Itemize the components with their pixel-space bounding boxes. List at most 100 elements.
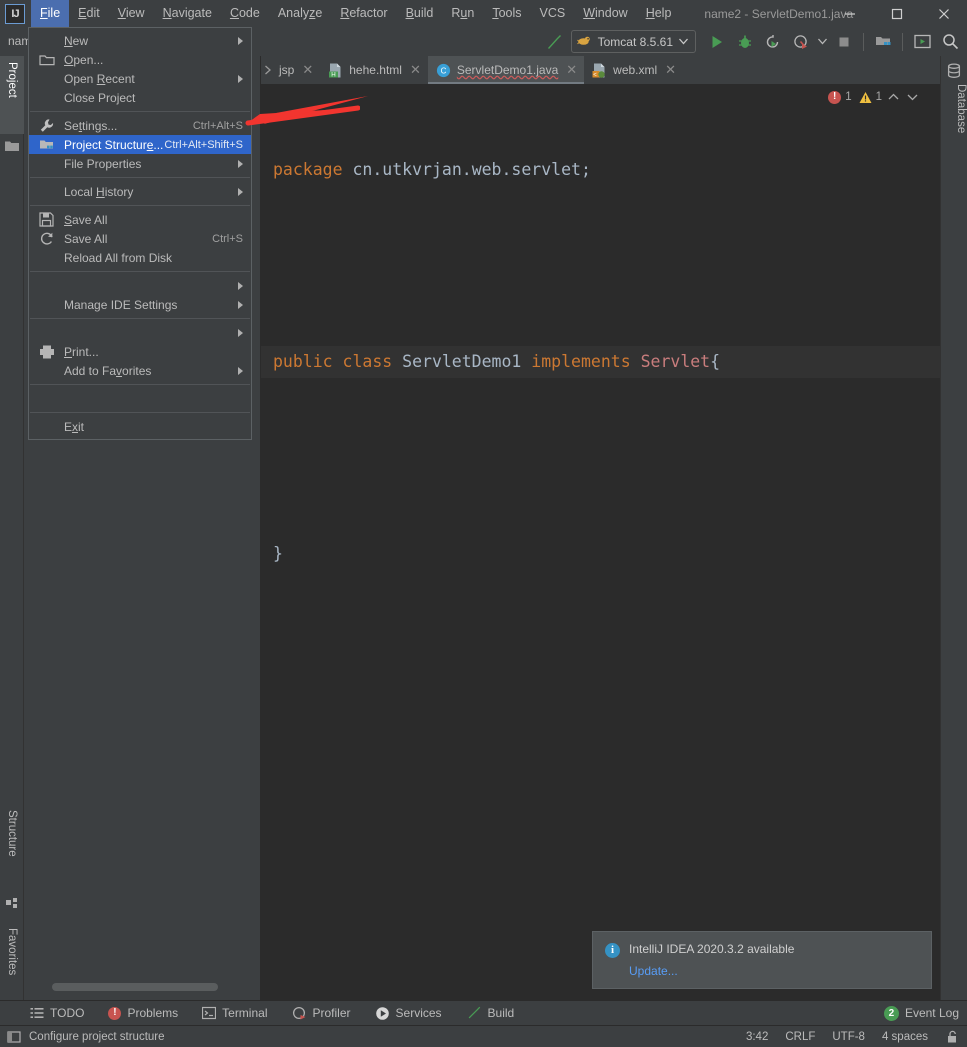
- sidebar-item-project[interactable]: Project: [0, 56, 24, 134]
- menubar-item-run[interactable]: Run: [442, 0, 483, 27]
- tomcat-icon: [577, 34, 592, 49]
- menu-item-open[interactable]: Open...: [29, 50, 251, 69]
- editor-tab-web-xml-label: web.xml: [613, 63, 657, 77]
- profile-dropdown-icon[interactable]: [816, 30, 829, 54]
- event-log-label: Event Log: [905, 1006, 959, 1020]
- project-structure-icon[interactable]: [870, 30, 896, 54]
- menu-item-reload-all-from-disk-accel: Ctrl+S: [212, 233, 243, 245]
- tool-window-toggle-icon[interactable]: [7, 1030, 21, 1044]
- menubar-item-build[interactable]: Build: [397, 0, 443, 27]
- updates-icon[interactable]: [909, 30, 935, 54]
- sidebar-item-favorites[interactable]: Favorites: [0, 922, 24, 1012]
- project-horizontal-scrollbar[interactable]: [52, 983, 218, 991]
- indent-setting[interactable]: 4 spaces: [882, 1031, 928, 1043]
- menu-item-settings[interactable]: Settings... Ctrl+Alt+S: [29, 116, 251, 135]
- bottom-tab-profiler[interactable]: Profiler: [280, 1001, 363, 1026]
- svg-text:<: <: [593, 72, 597, 78]
- editor-tab-servletdemo1-java[interactable]: C ServletDemo1.java ✕: [428, 56, 584, 84]
- bottom-tab-services[interactable]: Services: [363, 1001, 454, 1026]
- menu-item-export[interactable]: [29, 323, 251, 342]
- menubar-item-file[interactable]: File: [31, 0, 69, 27]
- menubar-item-tools[interactable]: Tools: [483, 0, 530, 27]
- menubar-item-help[interactable]: Help: [637, 0, 681, 27]
- bottom-tab-problems[interactable]: ! Problems: [96, 1001, 190, 1026]
- menubar-item-navigate[interactable]: Navigate: [154, 0, 221, 27]
- menu-item-file-properties[interactable]: File Properties: [29, 154, 251, 173]
- menu-item-add-to-favorites[interactable]: Add to Favorites: [29, 361, 251, 380]
- notification-update-link[interactable]: Update...: [629, 964, 919, 978]
- menu-item-reload-all-from-disk-label: Save All: [64, 232, 107, 246]
- notification-row: i IntelliJ IDEA 2020.3.2 available: [605, 942, 919, 958]
- menu-item-project-structure-label: Project Structure...: [64, 138, 163, 152]
- terminal-icon: [202, 1006, 216, 1020]
- menu-item-save-all[interactable]: Save All: [29, 210, 251, 229]
- editor-tab-jsp[interactable]: jsp ✕: [261, 56, 320, 84]
- menubar-item-window[interactable]: Window: [574, 0, 636, 27]
- close-button[interactable]: [920, 0, 967, 27]
- chevron-up-icon[interactable]: [886, 90, 901, 104]
- minimize-button[interactable]: [826, 0, 873, 27]
- close-icon[interactable]: ✕: [410, 62, 421, 78]
- svg-text:C: C: [440, 66, 446, 75]
- editor-tab-web-xml[interactable]: < web.xml ✕: [584, 56, 683, 84]
- warning-count: 1: [876, 91, 882, 103]
- file-menu-popup[interactable]: New Open... Open Recent Close Project Se…: [28, 27, 252, 440]
- menu-item-new-projects-settings[interactable]: Manage IDE Settings: [29, 295, 251, 314]
- stop-icon[interactable]: [831, 30, 857, 54]
- menu-item-exit[interactable]: Exit: [29, 417, 251, 436]
- menu-separator: [30, 271, 250, 272]
- debug-icon[interactable]: [732, 30, 758, 54]
- menubar-item-vcs[interactable]: VCS: [531, 0, 575, 27]
- menu-item-power-save-mode[interactable]: [29, 389, 251, 408]
- inspection-widget[interactable]: ! 1 1: [828, 90, 920, 104]
- caret-position[interactable]: 3:42: [746, 1031, 768, 1043]
- menubar-item-analyze[interactable]: Analyze: [269, 0, 331, 27]
- unlocked-icon[interactable]: [945, 1030, 959, 1044]
- line-separator[interactable]: CRLF: [785, 1031, 815, 1043]
- menu-item-local-history[interactable]: Local History: [29, 182, 251, 201]
- bottom-tab-build[interactable]: Build: [454, 1001, 527, 1026]
- menu-item-invalidate-caches[interactable]: Reload All from Disk: [29, 248, 251, 267]
- editor-tab-hehe-html[interactable]: H hehe.html ✕: [320, 56, 428, 84]
- editor-tab-servletdemo1-java-label: ServletDemo1.java: [457, 63, 558, 77]
- menu-item-print[interactable]: Print...: [29, 342, 251, 361]
- menu-item-new[interactable]: New: [29, 31, 251, 50]
- bottom-tab-terminal[interactable]: Terminal: [190, 1001, 279, 1026]
- menubar-item-edit[interactable]: Edit: [69, 0, 109, 27]
- run-configuration-selector[interactable]: Tomcat 8.5.61: [571, 30, 696, 53]
- menu-item-reload-all-from-disk[interactable]: Save All Ctrl+S: [29, 229, 251, 248]
- event-log-count: 2: [884, 1006, 899, 1021]
- submenu-arrow-icon: [238, 282, 243, 290]
- maximize-button[interactable]: [873, 0, 920, 27]
- close-icon[interactable]: ✕: [665, 62, 676, 78]
- menubar-item-code[interactable]: Code: [221, 0, 269, 27]
- event-log-button[interactable]: 2 Event Log: [884, 1006, 959, 1021]
- run-icon[interactable]: [704, 30, 730, 54]
- submenu-arrow-icon: [238, 188, 243, 196]
- menu-item-invalidate-caches-label: Reload All from Disk: [64, 251, 172, 265]
- code-editor[interactable]: package cn.utkvrjan.web.servlet; public …: [261, 84, 940, 1000]
- notification-balloon[interactable]: i IntelliJ IDEA 2020.3.2 available Updat…: [592, 931, 932, 989]
- chevron-right-icon[interactable]: [263, 64, 273, 76]
- encoding[interactable]: UTF-8: [832, 1031, 865, 1043]
- java-class-icon: C: [436, 63, 451, 78]
- sidebar-item-structure[interactable]: Structure: [0, 804, 24, 894]
- chevron-down-icon[interactable]: [905, 90, 920, 104]
- submenu-arrow-icon: [238, 37, 243, 45]
- rerun-icon[interactable]: [760, 30, 786, 54]
- bottom-tab-todo[interactable]: TODO: [0, 1001, 96, 1026]
- search-icon[interactable]: [937, 30, 963, 54]
- close-icon[interactable]: ✕: [302, 62, 313, 78]
- menubar-item-refactor[interactable]: Refactor: [331, 0, 396, 27]
- menubar-item-view[interactable]: View: [109, 0, 154, 27]
- menu-item-project-structure[interactable]: Project Structure... Ctrl+Alt+Shift+S: [29, 135, 251, 154]
- menu-item-local-history-label: Local History: [64, 185, 133, 199]
- print-icon: [39, 344, 55, 360]
- hammer-icon[interactable]: [541, 30, 567, 54]
- close-icon[interactable]: ✕: [566, 62, 577, 78]
- menu-item-manage-ide-settings[interactable]: [29, 276, 251, 295]
- menu-item-close-project[interactable]: Close Project: [29, 88, 251, 107]
- profile-icon[interactable]: [788, 30, 814, 54]
- menu-item-open-recent[interactable]: Open Recent: [29, 69, 251, 88]
- html-icon: H: [328, 63, 343, 78]
